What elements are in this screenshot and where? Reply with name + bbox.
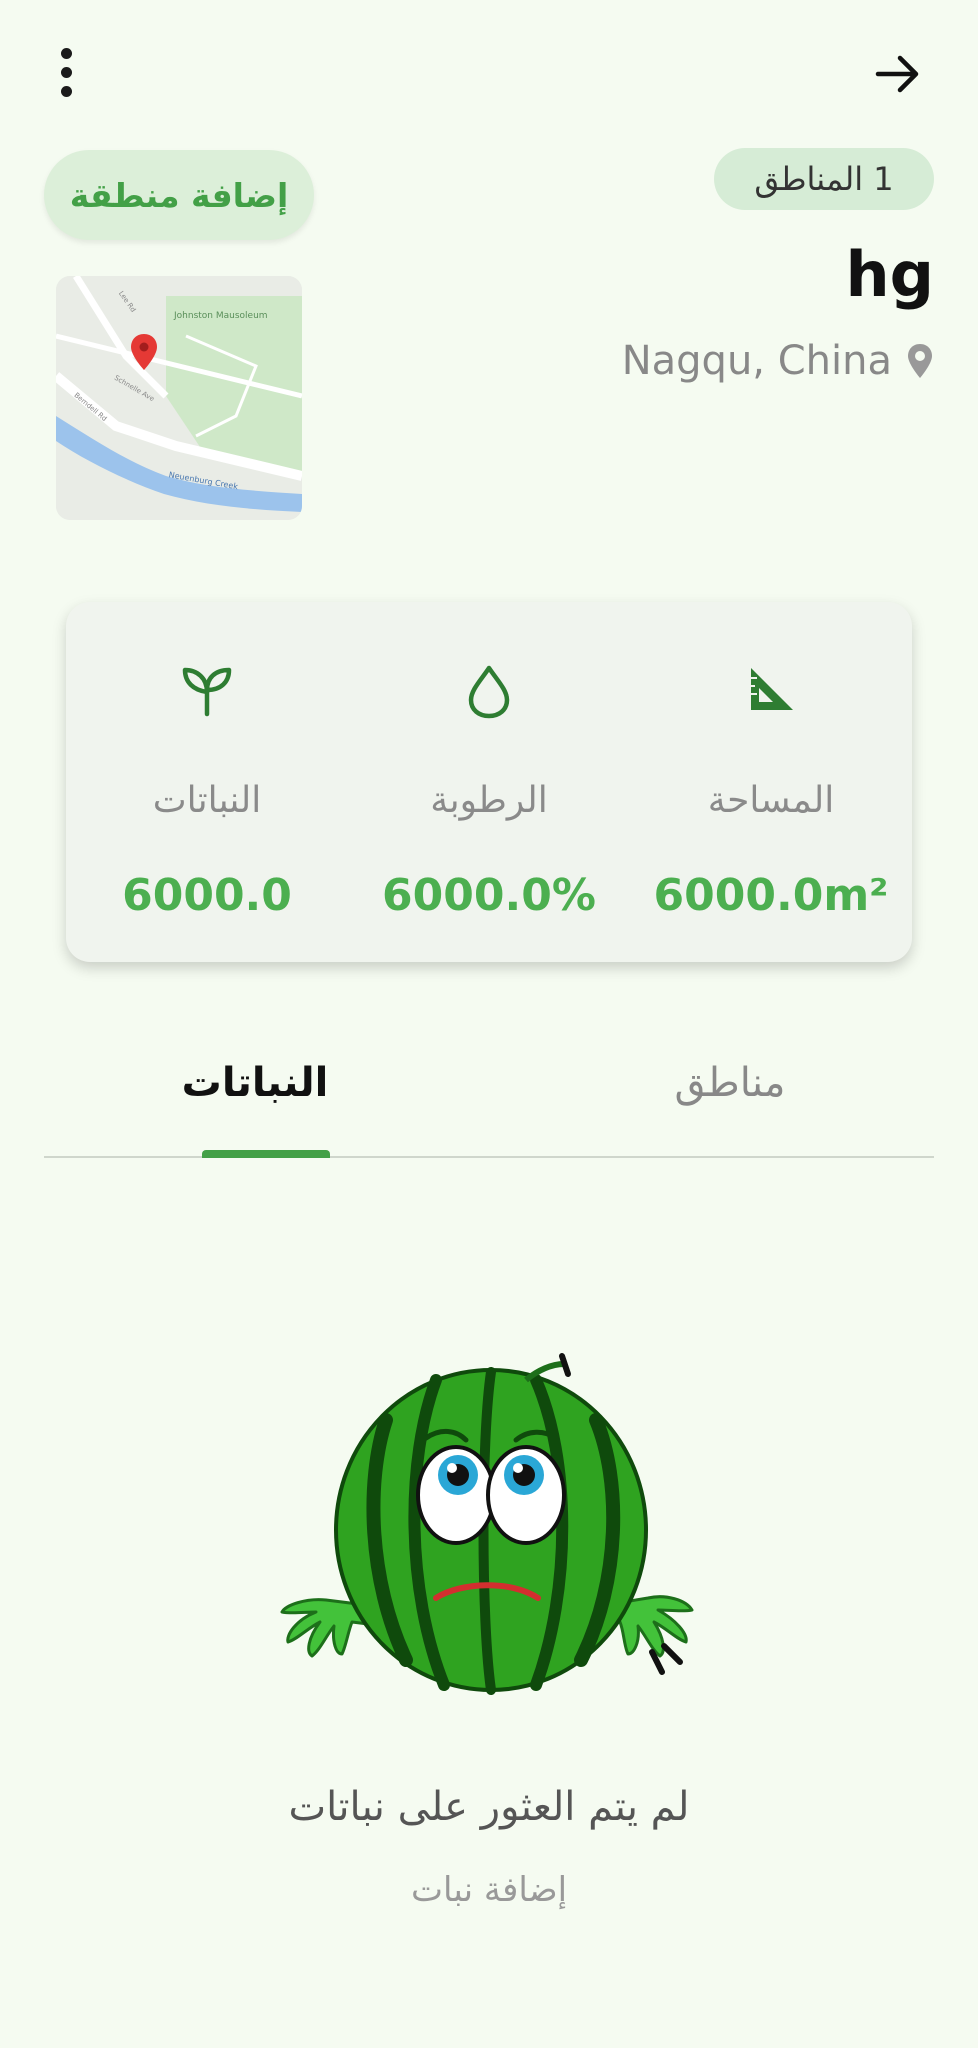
- location-pin-icon: [908, 344, 932, 378]
- arrow-right-icon: [875, 55, 919, 93]
- stat-plants-value: 6000.0: [122, 870, 292, 921]
- zone-map-thumbnail[interactable]: Johnston Mausoleum Neuenburg Creek Schne…: [56, 276, 302, 520]
- zone-stats-card: النباتات 6000.0 الرطوبة 6000.0% المساحة …: [66, 602, 912, 962]
- location-row: Nagqu, China: [622, 338, 934, 384]
- add-plant-link[interactable]: إضافة نبات: [0, 1870, 978, 1910]
- more-dot: [60, 47, 72, 59]
- stat-humidity-label: الرطوبة: [430, 780, 548, 821]
- location-text: Nagqu, China: [621, 338, 892, 384]
- stat-area-label: المساحة: [707, 780, 835, 821]
- stat-humidity-value: 6000.0%: [382, 870, 596, 921]
- more-options-button[interactable]: [40, 42, 92, 102]
- add-zone-button[interactable]: إضافة منطقة: [44, 150, 314, 240]
- stat-plants: النباتات 6000.0: [66, 602, 348, 962]
- map-image: Johnston Mausoleum Neuenburg Creek Schne…: [56, 276, 302, 520]
- more-dot: [60, 85, 72, 97]
- sad-watermelon-illustration: [276, 1350, 706, 1700]
- stat-plants-label: النباتات: [152, 780, 262, 821]
- water-drop-icon: [468, 665, 510, 719]
- set-square-icon: [751, 668, 793, 710]
- back-arrow-button[interactable]: [868, 44, 928, 104]
- tab-divider: [44, 1156, 934, 1158]
- stat-area: المساحة 6000.0m²: [630, 602, 912, 962]
- regions-count-badge: 1 المناطق: [714, 148, 934, 210]
- sprout-icon: [182, 667, 232, 717]
- stat-area-value: 6000.0m²: [653, 870, 889, 921]
- active-tab-indicator: [202, 1150, 330, 1158]
- stat-humidity: الرطوبة 6000.0%: [348, 602, 630, 962]
- tab-plants[interactable]: النباتات: [170, 1060, 340, 1106]
- map-label: Johnston Mausoleum: [173, 311, 268, 321]
- tab-zones[interactable]: مناطق: [620, 1060, 840, 1106]
- empty-state-title: لم يتم العثور على نباتات: [288, 1784, 690, 1830]
- more-dot: [60, 66, 72, 78]
- zone-title: hg: [845, 238, 934, 311]
